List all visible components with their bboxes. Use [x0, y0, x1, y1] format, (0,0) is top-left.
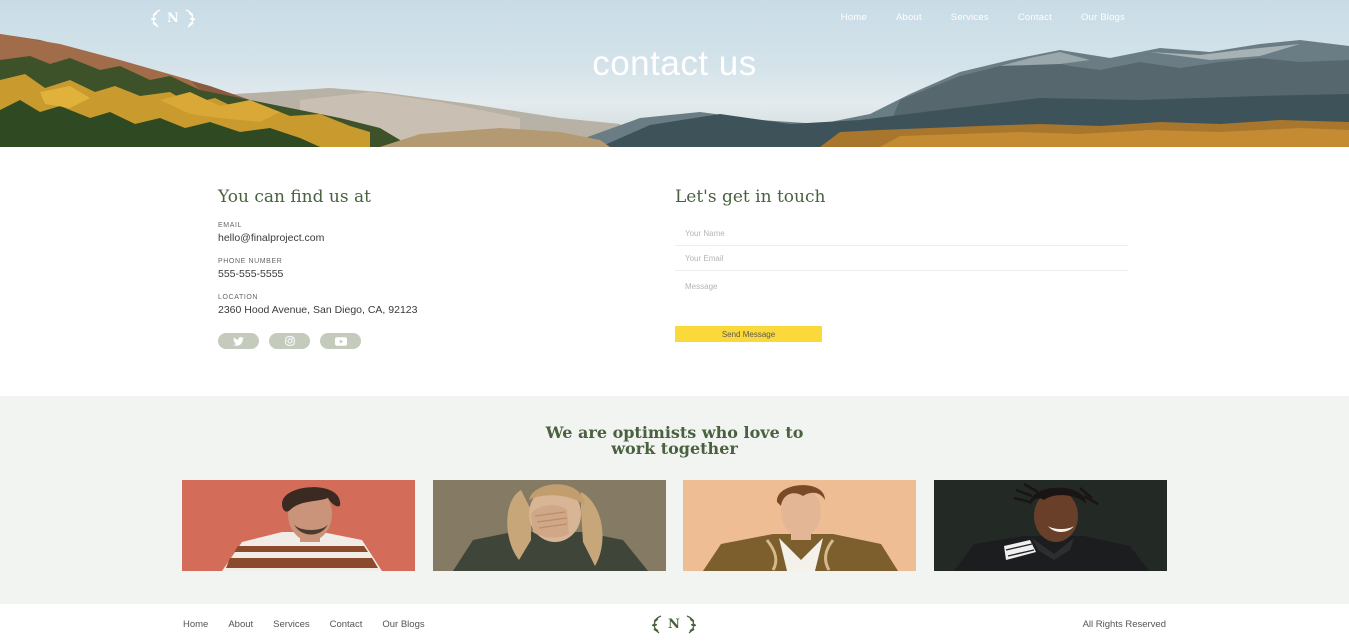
logo-letter: N — [167, 10, 179, 26]
location-label: LOCATION — [218, 294, 259, 301]
team-member-image — [934, 480, 1167, 571]
nav-contact[interactable]: Contact — [1018, 12, 1052, 23]
location-value: 2360 Hood Avenue, San Diego, CA, 92123 — [218, 304, 418, 316]
footer-nav-about[interactable]: About — [228, 619, 253, 630]
footer: Home About Services Contact Our Blogs N … — [0, 604, 1349, 643]
contact-form: Send Message — [675, 221, 1130, 342]
instagram-button[interactable] — [269, 333, 310, 349]
team-heading-line-2: work together — [611, 439, 738, 458]
hero-banner: N Home About Services Contact Our Blogs … — [0, 0, 1349, 147]
team-member-image — [182, 480, 415, 571]
email-value[interactable]: hello@finalproject.com — [218, 232, 598, 244]
footer-nav-services[interactable]: Services — [273, 619, 309, 630]
logo-letter: N — [668, 616, 680, 632]
phone-info: PHONE NUMBER 555-555-5555 — [218, 258, 598, 280]
team-member-image — [433, 480, 666, 571]
find-us-heading: You can find us at — [218, 187, 371, 207]
location-info: LOCATION 2360 Hood Avenue, San Diego, CA… — [218, 294, 598, 316]
team-section: We are optimists who love to work togeth… — [0, 396, 1349, 604]
message-input[interactable] — [675, 271, 1128, 311]
nav-about[interactable]: About — [896, 12, 922, 23]
email-info: EMAIL hello@finalproject.com — [218, 222, 598, 244]
youtube-icon — [334, 336, 347, 346]
twitter-button[interactable] — [218, 333, 259, 349]
footer-nav-our-blogs[interactable]: Our Blogs — [382, 619, 424, 630]
phone-value[interactable]: 555-555-5555 — [218, 268, 598, 280]
nav-services[interactable]: Services — [951, 12, 989, 23]
find-us-panel: You can find us at EMAIL hello@finalproj… — [218, 187, 598, 349]
copyright-text: All Rights Reserved — [1082, 619, 1166, 630]
email-label: EMAIL — [218, 222, 243, 229]
contact-form-heading: Let's get in touch — [675, 187, 826, 207]
team-heading: We are optimists who love to work togeth… — [0, 425, 1349, 457]
contact-section: You can find us at EMAIL hello@finalproj… — [0, 147, 1349, 396]
team-photo — [433, 480, 666, 571]
team-photo — [182, 480, 415, 571]
social-links — [218, 333, 598, 349]
footer-nav-contact[interactable]: Contact — [330, 619, 363, 630]
phone-label: PHONE NUMBER — [218, 258, 283, 265]
top-navigation: Home About Services Contact Our Blogs — [841, 12, 1125, 23]
footer-navigation: Home About Services Contact Our Blogs — [183, 619, 425, 630]
contact-form-panel: Let's get in touch Send Message — [675, 187, 1130, 342]
footer-logo[interactable]: N — [647, 613, 701, 635]
page-title: contact us — [592, 44, 757, 83]
team-photo — [683, 480, 916, 571]
youtube-button[interactable] — [320, 333, 361, 349]
nav-our-blogs[interactable]: Our Blogs — [1081, 12, 1125, 23]
twitter-icon — [233, 336, 244, 346]
email-input[interactable] — [675, 246, 1128, 271]
send-message-button[interactable]: Send Message — [675, 326, 822, 342]
nav-home[interactable]: Home — [841, 12, 867, 23]
team-photo — [934, 480, 1167, 571]
footer-nav-home[interactable]: Home — [183, 619, 208, 630]
header-logo[interactable]: N — [146, 7, 200, 29]
instagram-icon — [284, 336, 295, 346]
name-input[interactable] — [675, 221, 1128, 246]
team-member-image — [683, 480, 916, 571]
